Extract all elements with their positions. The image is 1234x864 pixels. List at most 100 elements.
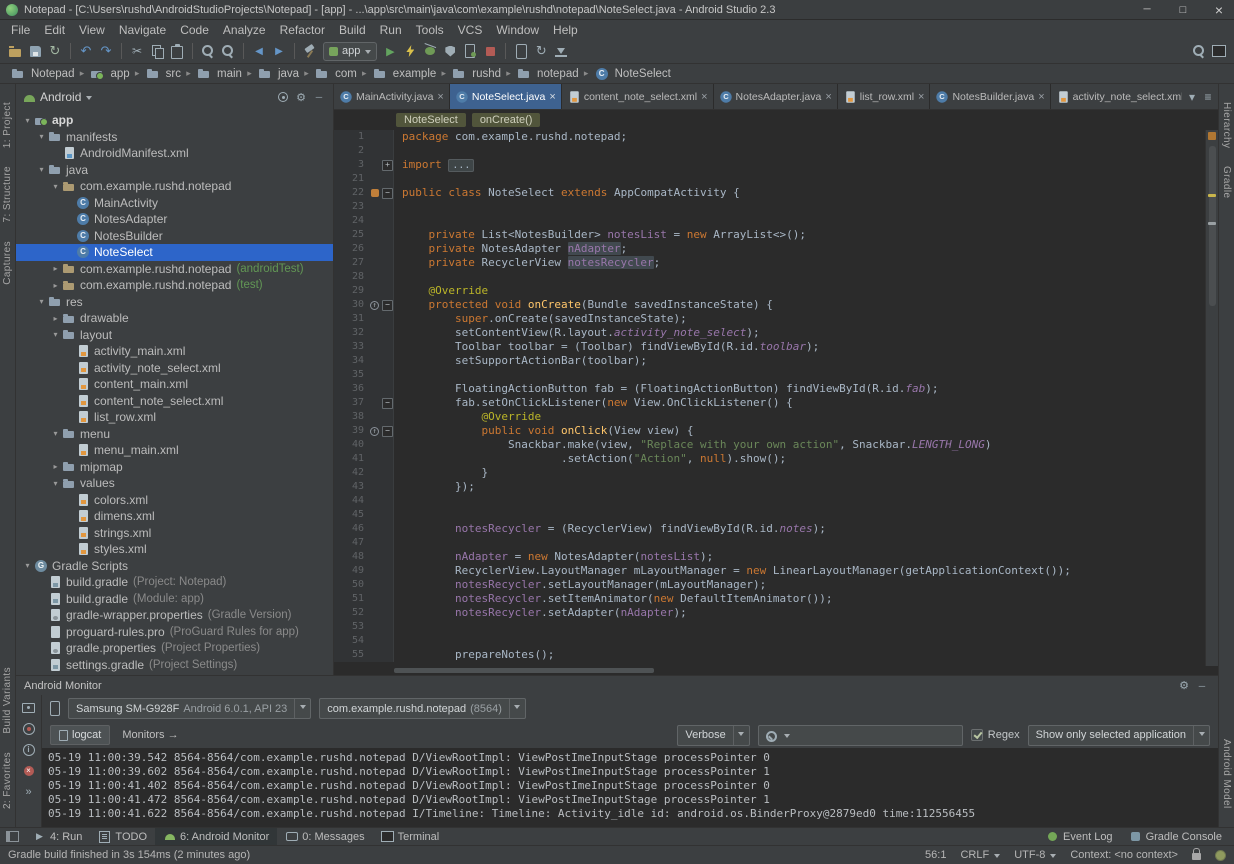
logcat-filter-select[interactable]: Show only selected application — [1028, 725, 1210, 746]
toolwindow-button-captures[interactable]: Captures — [2, 241, 13, 285]
system-info-icon[interactable] — [21, 742, 36, 757]
device-select[interactable]: Samsung SM-G928F Android 6.0.1, API 23 — [68, 698, 311, 719]
copy-icon[interactable] — [148, 42, 166, 60]
tab-close-icon[interactable]: × — [701, 91, 707, 103]
regex-checkbox[interactable] — [971, 729, 983, 741]
tree-arrow-icon[interactable]: ▾ — [50, 429, 61, 438]
tree-arrow-icon[interactable]: ▾ — [36, 297, 47, 306]
tab-close-icon[interactable]: × — [437, 91, 443, 103]
tree-item[interactable]: ▾java — [16, 162, 333, 179]
tree-item[interactable]: ▾Gradle Scripts — [16, 558, 333, 575]
panel-icon[interactable] — [1210, 42, 1228, 60]
tree-item[interactable]: styles.xml — [16, 541, 333, 558]
tree-item[interactable]: settings.gradle(Project Settings) — [16, 657, 333, 674]
tree-item[interactable]: activity_note_select.xml — [16, 360, 333, 377]
sync-icon[interactable] — [46, 42, 64, 60]
menu-item-refactor[interactable]: Refactor — [273, 23, 332, 37]
tab-close-icon[interactable]: × — [549, 91, 555, 103]
toolwindow-button-7-structure[interactable]: 7: Structure — [2, 166, 13, 223]
tree-item[interactable]: ▾menu — [16, 426, 333, 443]
forward-icon[interactable] — [270, 42, 288, 60]
toolwindow-button-gradle[interactable]: Gradle — [1221, 166, 1232, 198]
breadcrumb-item[interactable]: notepad — [514, 67, 581, 81]
menu-item-run[interactable]: Run — [373, 23, 409, 37]
paste-icon[interactable] — [168, 42, 186, 60]
menu-item-navigate[interactable]: Navigate — [112, 23, 173, 37]
tab-close-icon[interactable]: × — [918, 91, 924, 103]
menu-item-view[interactable]: View — [72, 23, 112, 37]
editor-menu-icon[interactable] — [1200, 89, 1216, 105]
search-icon[interactable] — [1190, 42, 1208, 60]
undo-icon[interactable] — [77, 42, 95, 60]
gutter-mark-icon[interactable] — [368, 186, 382, 200]
find-icon[interactable] — [199, 42, 217, 60]
editor-breadcrumb[interactable]: onCreate() — [472, 113, 541, 127]
editor-tab[interactable]: MainActivity.java× — [334, 84, 450, 109]
toolwindow-button-todo[interactable]: TODO — [90, 828, 155, 845]
tree-arrow-icon[interactable]: ▸ — [50, 314, 61, 323]
editor-tab[interactable]: NoteSelect.java× — [450, 84, 562, 109]
toolwindow-button-0-messages[interactable]: 0: Messages — [277, 828, 372, 845]
editor-breadcrumb[interactable]: NoteSelect — [396, 113, 466, 127]
tree-arrow-icon[interactable]: ▸ — [50, 281, 61, 290]
tree-arrow-icon[interactable]: ▾ — [22, 116, 33, 125]
menu-item-edit[interactable]: Edit — [37, 23, 72, 37]
menu-item-window[interactable]: Window — [489, 23, 546, 37]
breadcrumb-item[interactable]: java — [255, 67, 301, 81]
tree-item[interactable]: ▾values — [16, 475, 333, 492]
chevrons-icon[interactable] — [21, 784, 36, 799]
attach-debugger-icon[interactable] — [461, 42, 479, 60]
tab-close-icon[interactable]: × — [1038, 91, 1044, 103]
caret-position[interactable]: 56:1 — [925, 849, 946, 861]
tree-arrow-icon[interactable]: ▾ — [50, 182, 61, 191]
tree-item[interactable]: MainActivity — [16, 195, 333, 212]
horizontal-scrollbar-thumb[interactable] — [394, 668, 654, 673]
tree-item[interactable]: ▸drawable — [16, 310, 333, 327]
logcat-search-input[interactable] — [792, 729, 958, 741]
fold-marker-icon[interactable] — [382, 158, 394, 172]
tree-arrow-icon[interactable]: ▸ — [50, 462, 61, 471]
error-stripe[interactable] — [1205, 130, 1218, 666]
tree-item[interactable]: gradle-wrapper.properties(Gradle Version… — [16, 607, 333, 624]
sdk-manager-icon[interactable] — [552, 42, 570, 60]
breadcrumb-item[interactable]: rushd — [449, 67, 503, 81]
encoding-selector[interactable]: UTF-8 — [1014, 849, 1056, 861]
override-icon[interactable] — [368, 424, 382, 438]
tree-item[interactable]: ▸mipmap — [16, 459, 333, 476]
process-select[interactable]: com.example.rushd.notepad (8564) — [319, 698, 526, 719]
menu-item-build[interactable]: Build — [332, 23, 373, 37]
code-editor[interactable]: 1package com.example.rushd.notepad;23imp… — [334, 130, 1205, 666]
back-icon[interactable] — [250, 42, 268, 60]
make-icon[interactable] — [301, 42, 319, 60]
breadcrumb-item[interactable]: app — [87, 67, 131, 81]
horizontal-scrollbar[interactable] — [334, 666, 1218, 675]
tree-item[interactable]: AndroidManifest.xml — [16, 145, 333, 162]
toolwindow-button-gradle-console[interactable]: Gradle Console — [1121, 828, 1230, 845]
tree-item[interactable]: ▾res — [16, 294, 333, 311]
avd-manager-icon[interactable] — [512, 42, 530, 60]
terminate-app-icon[interactable] — [21, 763, 36, 778]
tree-item[interactable]: ▾app — [16, 112, 333, 129]
run-icon[interactable] — [381, 42, 399, 60]
scroll-to-source-icon[interactable] — [275, 89, 291, 105]
tree-arrow-icon[interactable]: ▾ — [50, 330, 61, 339]
open-icon[interactable] — [6, 42, 24, 60]
tab-logcat[interactable]: logcat — [50, 725, 110, 745]
menu-item-code[interactable]: Code — [173, 23, 216, 37]
breadcrumb-item[interactable]: Notepad — [8, 67, 76, 81]
breadcrumb-item[interactable]: src — [143, 67, 183, 81]
editor-tab[interactable]: list_row.xml× — [838, 84, 931, 109]
fold-marker-icon[interactable] — [382, 424, 394, 438]
menu-item-help[interactable]: Help — [546, 23, 585, 37]
tree-item[interactable]: dimens.xml — [16, 508, 333, 525]
search-history-icon[interactable] — [784, 734, 790, 741]
coverage-icon[interactable] — [441, 42, 459, 60]
tree-item[interactable]: colors.xml — [16, 492, 333, 509]
screenshot-icon[interactable] — [21, 700, 36, 715]
settings-icon[interactable] — [293, 89, 309, 105]
menu-item-file[interactable]: File — [4, 23, 37, 37]
override-icon[interactable] — [368, 298, 382, 312]
toolwindow-button-4-run[interactable]: 4: Run — [25, 828, 90, 845]
scrollbar-thumb[interactable] — [1209, 146, 1216, 306]
tab-close-icon[interactable]: × — [825, 91, 831, 103]
